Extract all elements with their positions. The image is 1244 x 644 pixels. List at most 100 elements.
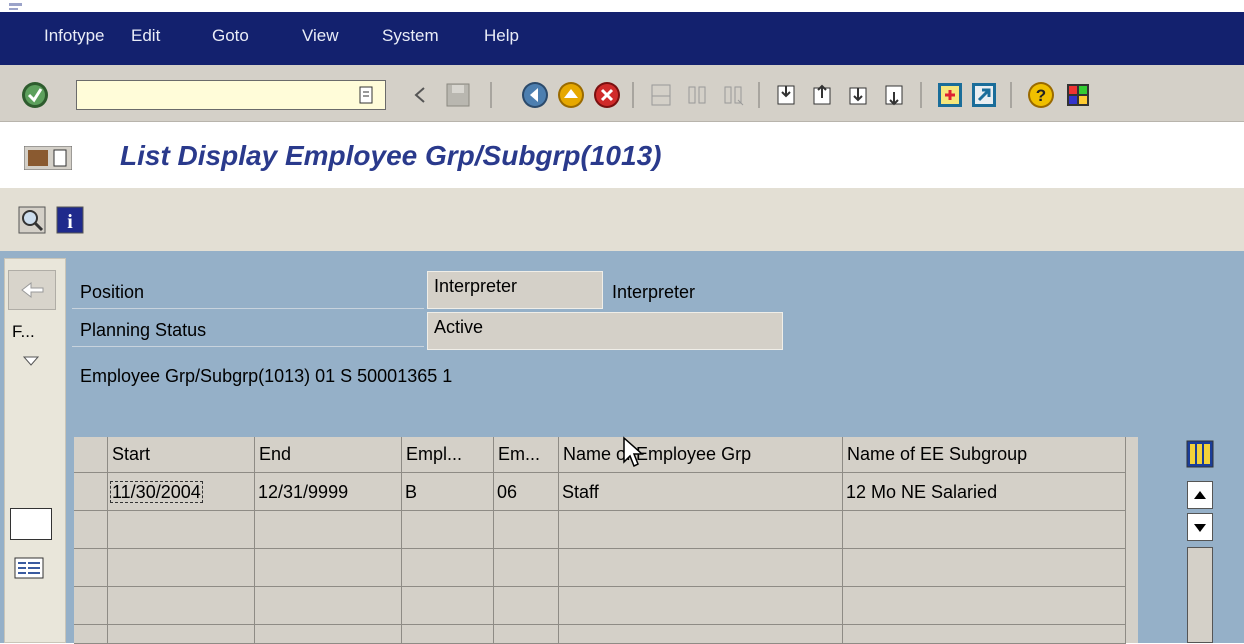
position-text: Interpreter	[612, 282, 696, 302]
position-label: Position	[80, 282, 145, 302]
column-header-employee-subgroup[interactable]: Em...	[494, 437, 559, 473]
table-cell[interactable]	[108, 625, 255, 644]
command-field[interactable]	[76, 80, 386, 110]
menu-edit[interactable]: Edit	[131, 26, 160, 46]
planning-status-row	[72, 312, 424, 347]
scroll-up-button[interactable]	[1187, 481, 1213, 509]
start-date-value[interactable]: 11/30/2004	[110, 481, 203, 503]
records-table: Start End Empl... Em... Name of Employee…	[74, 437, 1138, 644]
table-scroll-area	[1182, 437, 1224, 643]
toolbar-separator	[1010, 82, 1012, 108]
customize-layout-icon[interactable]	[1064, 81, 1092, 109]
print-icon[interactable]	[648, 82, 674, 108]
scroll-down-button[interactable]	[1187, 513, 1213, 541]
select-all-header[interactable]	[74, 437, 108, 473]
page-title: List Display Employee Grp/Subgrp(1013)	[120, 140, 662, 171]
table-cell[interactable]	[108, 511, 255, 549]
nav-back-button[interactable]	[8, 270, 56, 310]
list-view-icon[interactable]	[14, 557, 44, 579]
menu-infotype[interactable]: Infotype	[44, 26, 105, 46]
back-arrow-icon[interactable]	[410, 84, 432, 106]
menu-goto[interactable]: Goto	[212, 26, 249, 46]
mouse-cursor-icon	[623, 436, 644, 468]
back-icon[interactable]	[520, 80, 550, 110]
table-cell[interactable]	[559, 587, 843, 625]
table-cell[interactable]: 12 Mo NE Salaried	[843, 473, 1126, 511]
table-cell[interactable]	[255, 625, 402, 644]
table-cell[interactable]	[843, 587, 1126, 625]
table-settings-icon[interactable]	[1186, 440, 1214, 468]
row-selector[interactable]	[74, 587, 108, 625]
menu-bar	[0, 12, 1244, 65]
planning-status-field[interactable]: Active	[427, 312, 783, 350]
table-cell[interactable]	[402, 587, 494, 625]
column-header-end[interactable]: End	[255, 437, 402, 473]
previous-page-icon[interactable]	[808, 82, 836, 108]
find-next-icon[interactable]	[720, 82, 746, 108]
table-cell[interactable]	[494, 625, 559, 644]
command-history-icon[interactable]	[356, 85, 376, 105]
column-header-start[interactable]: Start	[108, 437, 255, 473]
table-cell[interactable]	[494, 511, 559, 549]
table-cell[interactable]: 12/31/9999	[255, 473, 402, 511]
column-header-name-ee-subgroup[interactable]: Name of EE Subgroup	[843, 437, 1126, 473]
next-page-icon[interactable]	[844, 82, 872, 108]
overview-icon[interactable]	[18, 206, 46, 234]
column-header-employee-group[interactable]: Empl...	[402, 437, 494, 473]
menu-system[interactable]: System	[382, 26, 439, 46]
position-field[interactable]: Interpreter	[427, 271, 603, 309]
table-cell[interactable]	[255, 549, 402, 587]
svg-text:?: ?	[1036, 86, 1046, 105]
table-cell[interactable]	[108, 549, 255, 587]
table-cell[interactable]	[402, 549, 494, 587]
menu-toggle-icon[interactable]	[24, 146, 72, 170]
toolbar-separator	[632, 82, 634, 108]
nav-item-label[interactable]: F...	[12, 322, 35, 342]
table-cell[interactable]	[402, 511, 494, 549]
table-cell[interactable]	[559, 625, 843, 644]
column-header-name-employee-group[interactable]: Name of Employee Grp	[559, 437, 843, 473]
row-selector[interactable]	[74, 473, 108, 511]
top-strip	[0, 0, 1244, 14]
create-session-icon[interactable]	[936, 81, 964, 109]
record-info-line: Employee Grp/Subgrp(1013) 01 S 50001365 …	[80, 366, 453, 386]
table-cell[interactable]: 06	[494, 473, 559, 511]
scroll-track[interactable]	[1187, 547, 1213, 643]
first-page-icon[interactable]	[772, 82, 800, 108]
last-page-icon[interactable]	[880, 82, 908, 108]
exit-icon[interactable]	[556, 80, 586, 110]
nav-panel-button[interactable]	[10, 508, 52, 540]
toolbar-separator	[490, 82, 492, 108]
table-cell[interactable]	[494, 587, 559, 625]
table-cell[interactable]: 11/30/2004	[108, 473, 255, 511]
enter-icon[interactable]	[20, 80, 50, 110]
table-cell[interactable]	[255, 511, 402, 549]
row-selector[interactable]	[74, 549, 108, 587]
dropdown-triangle-icon[interactable]	[22, 354, 40, 368]
table-cell[interactable]	[494, 549, 559, 587]
information-icon[interactable]: i	[56, 206, 84, 234]
table-cell[interactable]	[559, 511, 843, 549]
table-cell[interactable]	[843, 625, 1126, 644]
table-cell[interactable]	[843, 549, 1126, 587]
find-icon[interactable]	[684, 82, 710, 108]
table-cell[interactable]	[843, 511, 1126, 549]
navigation-panel	[4, 258, 66, 643]
menu-help[interactable]: Help	[484, 26, 519, 46]
application-toolbar	[0, 188, 1244, 251]
save-icon[interactable]	[444, 81, 472, 109]
table-cell[interactable]	[108, 587, 255, 625]
shortcut-icon[interactable]	[970, 81, 998, 109]
arrow-up-icon	[1194, 491, 1206, 499]
table-cell[interactable]: Staff	[559, 473, 843, 511]
help-icon[interactable]: ?	[1026, 80, 1056, 110]
menu-view[interactable]: View	[302, 26, 339, 46]
table-cell[interactable]	[559, 549, 843, 587]
table-cell[interactable]	[255, 587, 402, 625]
cancel-icon[interactable]	[592, 80, 622, 110]
table-cell[interactable]	[402, 625, 494, 644]
row-selector[interactable]	[74, 625, 108, 644]
arrow-left-icon	[21, 281, 44, 299]
row-selector[interactable]	[74, 511, 108, 549]
table-cell[interactable]: B	[402, 473, 494, 511]
